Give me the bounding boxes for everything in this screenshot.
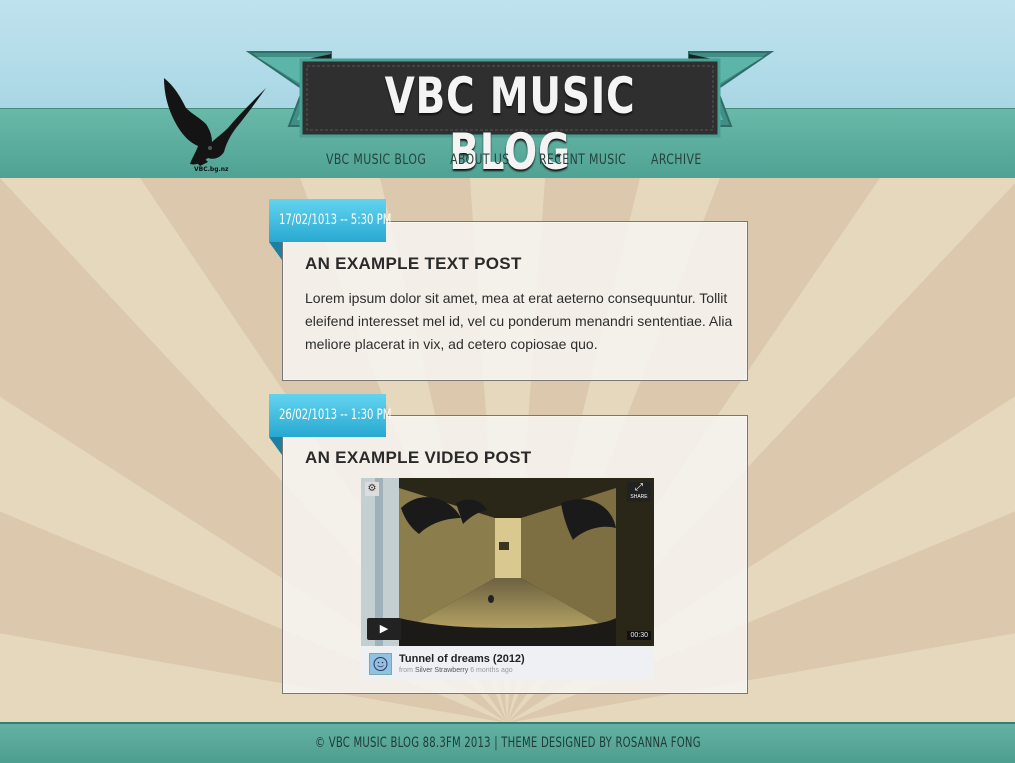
share-button[interactable]: ⤢ SHARE <box>627 482 651 502</box>
footer: © VBC MUSIC BLOG 88.3FM 2013 | THEME DES… <box>0 722 1015 763</box>
post-title[interactable]: AN EXAMPLE VIDEO POST <box>305 448 531 468</box>
post-body: Lorem ipsum dolor sit amet, mea at erat … <box>305 290 733 352</box>
video-embed[interactable]: ⚙ ⤢ SHARE ▶ 00:30 Tunnel of dreams (2012… <box>361 478 654 680</box>
nav-item-recent-music[interactable]: RECENT MUSIC <box>539 152 626 168</box>
play-button[interactable]: ▶ <box>367 618 401 640</box>
nav-item-home[interactable]: VBC MUSIC BLOG <box>326 152 426 168</box>
post-title[interactable]: AN EXAMPLE TEXT POST <box>305 254 522 274</box>
date-tag-fold <box>269 242 282 260</box>
gear-icon[interactable]: ⚙ <box>365 482 379 496</box>
video-age: 6 months ago <box>470 667 513 674</box>
video-author-link[interactable]: Silver Strawberry <box>415 667 468 674</box>
nav-item-archive[interactable]: ARCHIVE <box>651 152 702 168</box>
nav-item-about-us[interactable]: ABOUT US <box>450 152 510 168</box>
video-title[interactable]: Tunnel of dreams (2012) <box>399 653 525 665</box>
author-avatar[interactable] <box>369 653 392 675</box>
post-date: 17/02/1013 -- 5:30 PM <box>279 212 392 228</box>
play-icon: ▶ <box>379 623 389 635</box>
video-thumbnail[interactable]: ⚙ ⤢ SHARE ▶ 00:30 <box>361 478 654 646</box>
video-meta: from Silver Strawberry 6 months ago <box>399 667 513 674</box>
share-icon: ⤢ <box>635 482 643 493</box>
logo-text: VBC.bg.nz <box>194 166 229 173</box>
footer-copyright: © VBC MUSIC BLOG 88.3FM 2013 | THEME DES… <box>314 735 701 751</box>
video-info-bar: Tunnel of dreams (2012) from Silver Stra… <box>361 646 654 680</box>
date-tag-fold <box>269 437 282 455</box>
text-post: AN EXAMPLE TEXT POST Lorem ipsum dolor s… <box>282 221 748 381</box>
title-banner: VBC MUSIC BLOG <box>245 48 775 180</box>
post-date: 26/02/1013 -- 1:30 PM <box>279 407 392 423</box>
video-duration: 00:30 <box>627 631 651 640</box>
post-date-tag[interactable]: 26/02/1013 -- 1:30 PM <box>269 394 391 437</box>
post-date-tag[interactable]: 17/02/1013 -- 5:30 PM <box>269 199 391 242</box>
